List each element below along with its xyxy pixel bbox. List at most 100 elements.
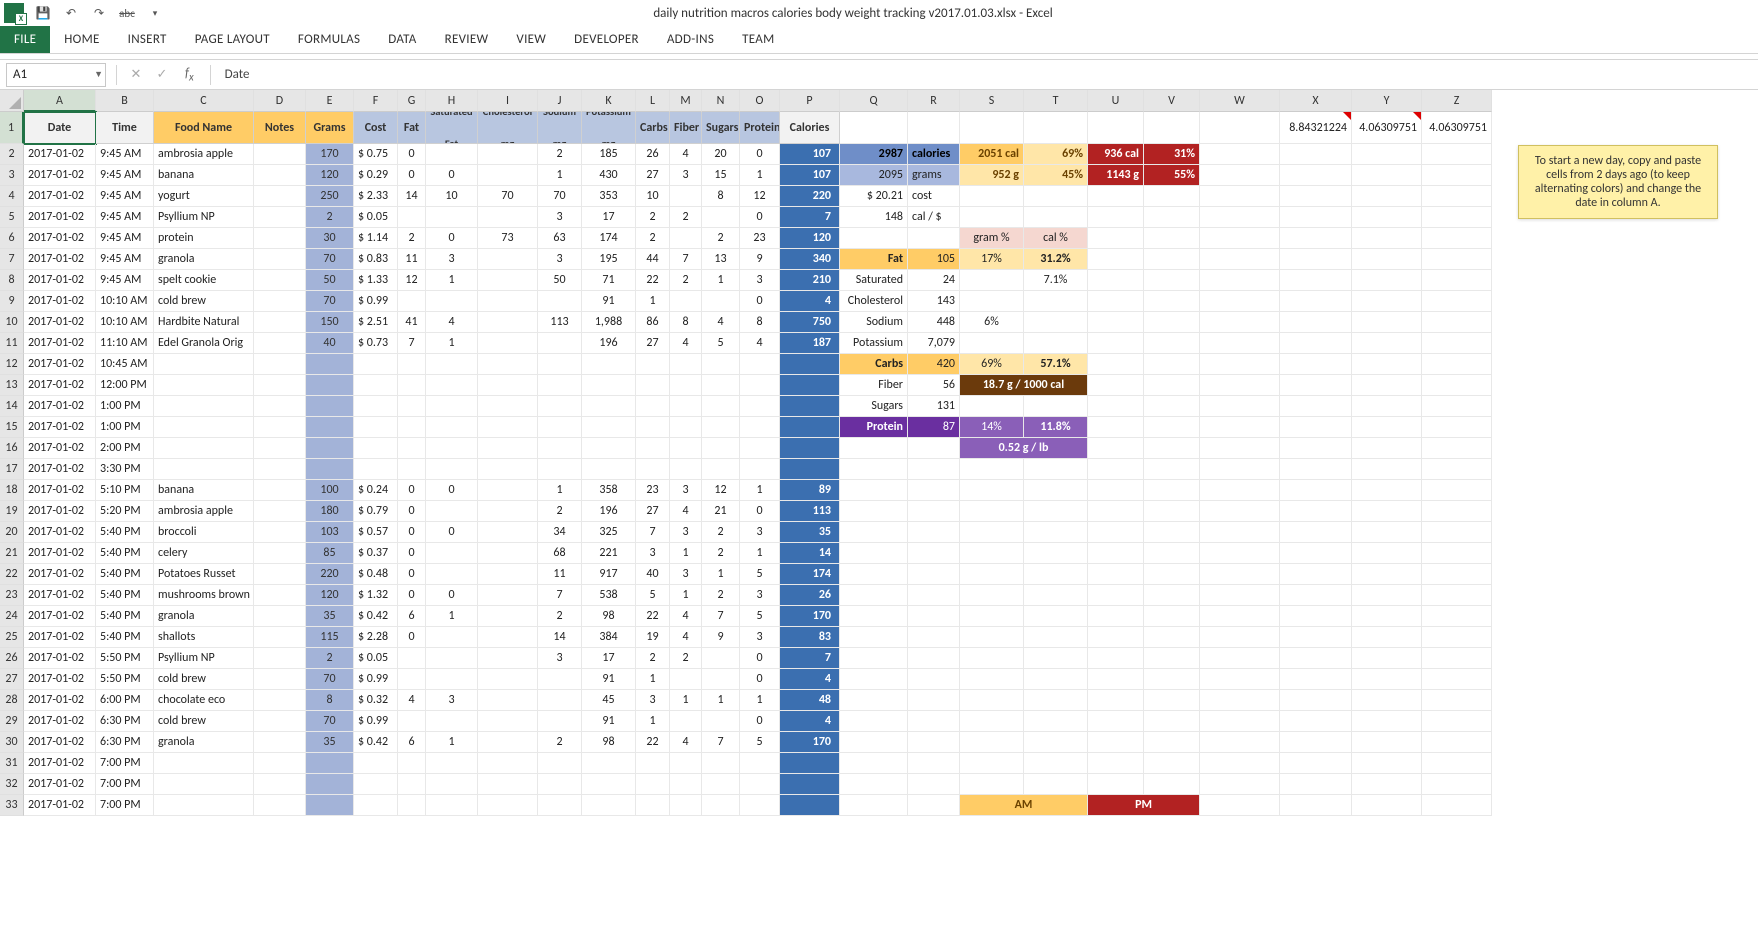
- grid-cell[interactable]: 0: [426, 165, 478, 186]
- grid-cell[interactable]: [780, 354, 840, 375]
- grid-cell[interactable]: 85: [306, 543, 354, 564]
- grid-cell[interactable]: [1280, 711, 1352, 732]
- grid-cell[interactable]: [908, 228, 960, 249]
- grid-cell[interactable]: [1088, 543, 1144, 564]
- grid-cell[interactable]: [306, 795, 354, 816]
- row-header-14[interactable]: 14: [0, 396, 24, 417]
- grid-cell[interactable]: 70: [306, 291, 354, 312]
- grid-cell[interactable]: 3: [670, 522, 702, 543]
- grid-cell[interactable]: [1024, 606, 1088, 627]
- grid-cell[interactable]: 2: [670, 207, 702, 228]
- grid-cell[interactable]: 9:45 AM: [96, 165, 154, 186]
- ribbon-tab-home[interactable]: HOME: [50, 26, 113, 53]
- grid-cell[interactable]: 14: [538, 627, 582, 648]
- grid-cell[interactable]: [478, 627, 538, 648]
- grid-cell[interactable]: 63: [538, 228, 582, 249]
- grid-cell[interactable]: 2: [670, 648, 702, 669]
- grid-cell[interactable]: 148: [840, 207, 908, 228]
- save-icon[interactable]: 💾: [34, 4, 52, 22]
- grid-cell[interactable]: [154, 375, 254, 396]
- grid-cell[interactable]: [1280, 795, 1352, 816]
- column-header-S[interactable]: S: [960, 90, 1024, 112]
- grid-cell[interactable]: celery: [154, 543, 254, 564]
- grid-cell[interactable]: $ 0.99: [354, 669, 398, 690]
- column-header-V[interactable]: V: [1144, 90, 1200, 112]
- grid-cell[interactable]: [908, 648, 960, 669]
- grid-cell[interactable]: [1422, 270, 1492, 291]
- grid-cell[interactable]: cal %: [1024, 228, 1088, 249]
- grid-cell[interactable]: 35: [306, 732, 354, 753]
- grid-cell[interactable]: [1200, 417, 1280, 438]
- grid-cell[interactable]: 143: [908, 291, 960, 312]
- grid-cell[interactable]: [908, 543, 960, 564]
- grid-cell[interactable]: [702, 207, 740, 228]
- grid-cell[interactable]: 0: [740, 207, 780, 228]
- grid-cell[interactable]: 2017-01-02: [24, 564, 96, 585]
- grid-cell[interactable]: [1200, 186, 1280, 207]
- grid-cell[interactable]: [582, 459, 636, 480]
- grid-cell[interactable]: cold brew: [154, 669, 254, 690]
- grid-cell[interactable]: [254, 165, 306, 186]
- grid-cell[interactable]: 2017-01-02: [24, 228, 96, 249]
- grid-cell[interactable]: [960, 396, 1024, 417]
- grid-cell[interactable]: [398, 207, 426, 228]
- header-cell[interactable]: Potassium mg: [582, 112, 636, 144]
- grid-cell[interactable]: [1352, 648, 1422, 669]
- ribbon-tab-file[interactable]: FILE: [0, 26, 50, 53]
- grid-cell[interactable]: 448: [908, 312, 960, 333]
- row-header-24[interactable]: 24: [0, 606, 24, 627]
- header-cell[interactable]: Fat: [398, 112, 426, 144]
- grid-cell[interactable]: 10:10 AM: [96, 312, 154, 333]
- header-cell[interactable]: 4.06309751: [1352, 112, 1422, 144]
- grid-cell[interactable]: 30: [306, 228, 354, 249]
- grid-cell[interactable]: [1144, 501, 1200, 522]
- grid-cell[interactable]: [1422, 732, 1492, 753]
- grid-cell[interactable]: 26: [780, 585, 840, 606]
- grid-cell[interactable]: [1024, 648, 1088, 669]
- grid-cell[interactable]: Carbs: [840, 354, 908, 375]
- grid-cell[interactable]: banana: [154, 165, 254, 186]
- grid-cell[interactable]: 3: [740, 627, 780, 648]
- row-header-1[interactable]: 1: [0, 112, 24, 144]
- grid-cell[interactable]: 69%: [1024, 144, 1088, 165]
- grid-cell[interactable]: [582, 396, 636, 417]
- grid-cell[interactable]: [254, 753, 306, 774]
- grid-cell[interactable]: 5: [702, 333, 740, 354]
- grid-cell[interactable]: 174: [780, 564, 840, 585]
- grid-cell[interactable]: [1280, 207, 1352, 228]
- grid-cell[interactable]: [1088, 711, 1144, 732]
- grid-cell[interactable]: [1144, 417, 1200, 438]
- header-cell[interactable]: Cost: [354, 112, 398, 144]
- grid-cell[interactable]: [840, 753, 908, 774]
- grid-cell[interactable]: [780, 795, 840, 816]
- grid-cell[interactable]: [1144, 732, 1200, 753]
- grid-cell[interactable]: [1144, 249, 1200, 270]
- grid-cell[interactable]: [960, 522, 1024, 543]
- grid-cell[interactable]: 1: [740, 690, 780, 711]
- row-header-23[interactable]: 23: [0, 585, 24, 606]
- grid-cell[interactable]: [1144, 711, 1200, 732]
- grid-cell[interactable]: $ 0.05: [354, 648, 398, 669]
- grid-cell[interactable]: [478, 312, 538, 333]
- grid-cell[interactable]: [702, 459, 740, 480]
- grid-cell[interactable]: [426, 753, 478, 774]
- grid-cell[interactable]: [254, 711, 306, 732]
- grid-cell[interactable]: [1144, 543, 1200, 564]
- grid-cell[interactable]: [702, 795, 740, 816]
- column-header-G[interactable]: G: [398, 90, 426, 112]
- grid-cell[interactable]: 73: [478, 228, 538, 249]
- grid-cell[interactable]: [1352, 144, 1422, 165]
- grid-cell[interactable]: [740, 417, 780, 438]
- grid-cell[interactable]: $ 0.37: [354, 543, 398, 564]
- grid-cell[interactable]: [670, 186, 702, 207]
- grid-cell[interactable]: ambrosia apple: [154, 144, 254, 165]
- grid-cell[interactable]: 56: [908, 375, 960, 396]
- grid-cell[interactable]: 3: [670, 564, 702, 585]
- grid-cell[interactable]: [1200, 795, 1280, 816]
- grid-cell[interactable]: [538, 417, 582, 438]
- grid-cell[interactable]: 1,988: [582, 312, 636, 333]
- column-header-C[interactable]: C: [154, 90, 254, 112]
- row-header-3[interactable]: 3: [0, 165, 24, 186]
- row-header-5[interactable]: 5: [0, 207, 24, 228]
- row-header-10[interactable]: 10: [0, 312, 24, 333]
